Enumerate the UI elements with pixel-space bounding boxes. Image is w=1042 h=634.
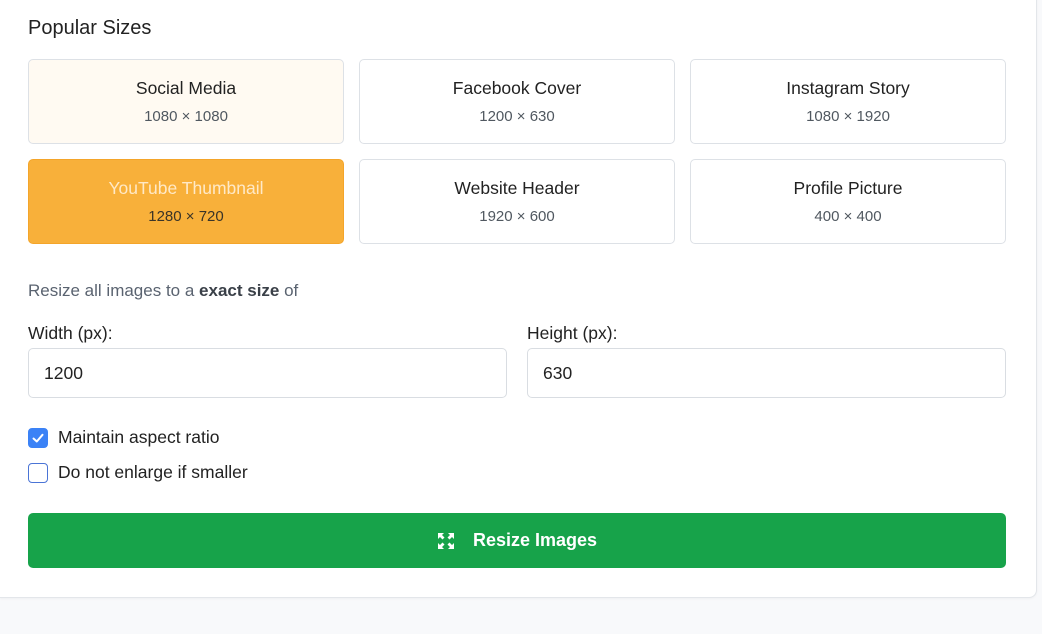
preset-name: YouTube Thumbnail <box>108 178 264 198</box>
preset-social-media[interactable]: Social Media 1080 × 1080 <box>28 59 344 144</box>
maintain-aspect-checkbox[interactable] <box>28 427 48 448</box>
expand-arrows-icon <box>437 532 455 550</box>
resize-options-card: Popular Sizes Social Media 1080 × 1080 F… <box>0 0 1037 598</box>
preset-dimensions: 400 × 400 <box>814 208 882 225</box>
preset-name: Profile Picture <box>793 178 903 198</box>
maintain-aspect-option[interactable]: Maintain aspect ratio <box>28 427 219 448</box>
width-input[interactable] <box>28 348 507 398</box>
no-enlarge-label: Do not enlarge if smaller <box>58 462 248 482</box>
section-title: Popular Sizes <box>28 17 152 39</box>
resize-images-button[interactable]: Resize Images <box>28 513 1006 568</box>
no-enlarge-option[interactable]: Do not enlarge if smaller <box>28 462 248 483</box>
checkmark-icon <box>32 433 44 442</box>
preset-dimensions: 1920 × 600 <box>479 208 555 225</box>
no-enlarge-checkbox[interactable] <box>28 462 48 483</box>
height-input[interactable] <box>527 348 1006 398</box>
preset-youtube-thumbnail[interactable]: YouTube Thumbnail 1280 × 720 <box>28 159 344 244</box>
preset-profile-picture[interactable]: Profile Picture 400 × 400 <box>690 159 1006 244</box>
preset-instagram-story[interactable]: Instagram Story 1080 × 1920 <box>690 59 1006 144</box>
preset-name: Instagram Story <box>786 78 910 98</box>
preset-dimensions: 1280 × 720 <box>148 208 224 225</box>
width-label: Width (px): <box>28 323 113 343</box>
height-label: Height (px): <box>527 323 618 343</box>
preset-website-header[interactable]: Website Header 1920 × 600 <box>359 159 675 244</box>
instruction-suffix: of <box>279 281 299 300</box>
preset-name: Facebook Cover <box>452 78 582 98</box>
popular-sizes-grid: Social Media 1080 × 1080 Facebook Cover … <box>28 59 1006 244</box>
preset-dimensions: 1080 × 1920 <box>806 108 890 125</box>
preset-dimensions: 1200 × 630 <box>479 108 555 125</box>
instruction-prefix: Resize all images to a <box>28 281 200 300</box>
resize-instruction: Resize all images to a exact size of <box>28 281 298 301</box>
preset-name: Social Media <box>135 78 237 98</box>
instruction-emphasis: exact size <box>199 281 280 300</box>
maintain-aspect-label: Maintain aspect ratio <box>58 427 220 447</box>
preset-dimensions: 1080 × 1080 <box>144 108 228 125</box>
resize-button-label: Resize Images <box>472 530 598 550</box>
preset-name: Website Header <box>454 178 580 198</box>
preset-facebook-cover[interactable]: Facebook Cover 1200 × 630 <box>359 59 675 144</box>
